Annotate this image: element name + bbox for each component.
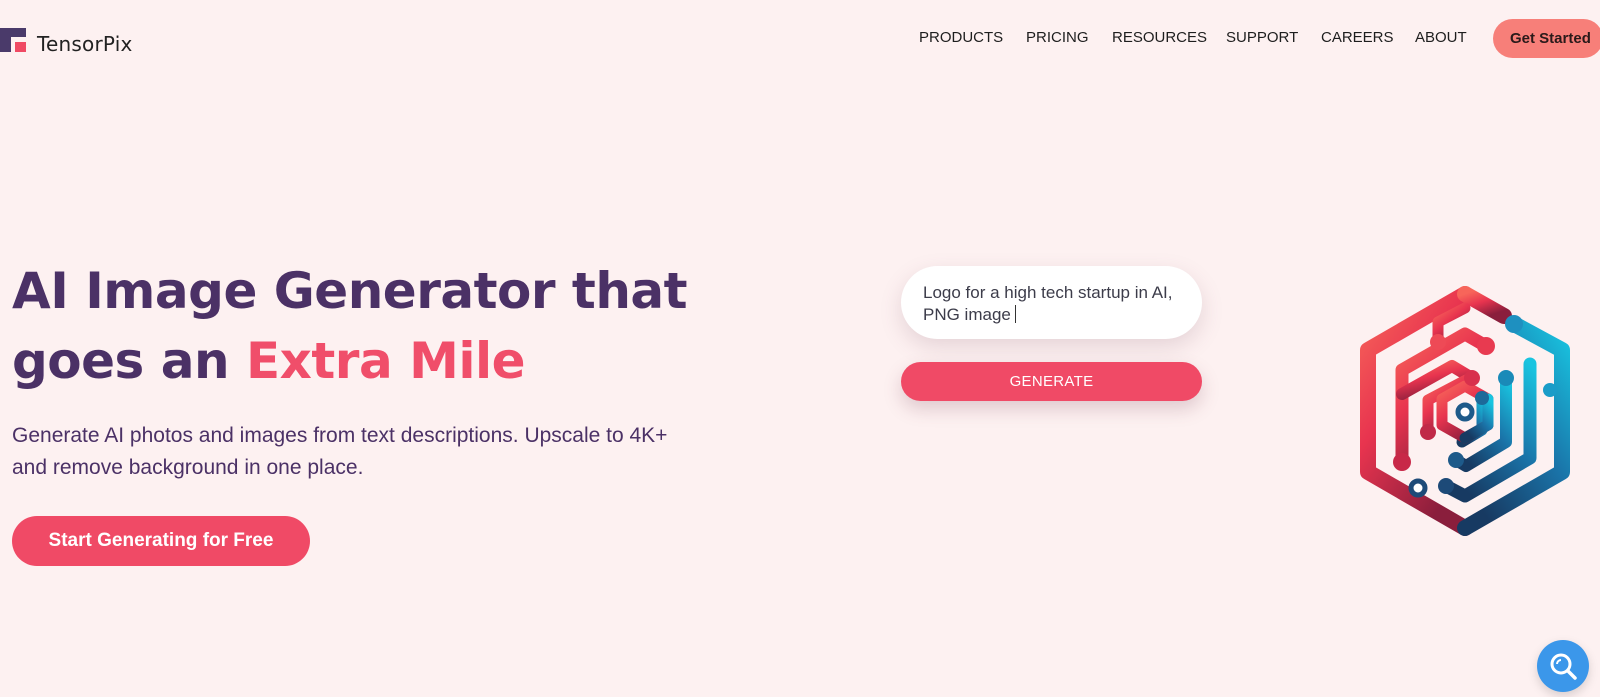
nav-about[interactable]: ABOUT	[1415, 29, 1467, 46]
nav-careers[interactable]: CAREERS	[1321, 29, 1394, 46]
hero-subtext: Generate AI photos and images from text …	[12, 424, 668, 479]
floating-search-button[interactable]	[1537, 640, 1589, 692]
prompt-text: Logo for a high tech startup in AI, PNG …	[923, 283, 1173, 324]
headline-line-2: goes an	[12, 332, 230, 390]
text-caret	[1014, 305, 1016, 323]
hexagon-circuit-logo-icon	[1360, 286, 1570, 536]
headline-accent: Extra Mile	[245, 332, 526, 390]
start-generating-button[interactable]: Start Generating for Free	[12, 516, 310, 566]
hero-headline: AI Image Generator that goes an Extra Mi…	[12, 256, 712, 396]
generate-button[interactable]: GENERATE	[901, 362, 1202, 401]
get-started-button[interactable]: Get Started	[1493, 19, 1600, 58]
nav-pricing[interactable]: PRICING	[1026, 29, 1089, 46]
nav-products[interactable]: PRODUCTS	[919, 29, 1003, 46]
main-nav: PRODUCTS PRICING RESOURCES SUPPORT CAREE…	[0, 0, 1600, 78]
site-header: TensorPix PRODUCTS PRICING RESOURCES SUP…	[0, 0, 1600, 78]
prompt-input[interactable]: Logo for a high tech startup in AI, PNG …	[901, 266, 1202, 339]
search-icon	[1550, 653, 1577, 680]
nav-support[interactable]: SUPPORT	[1226, 29, 1298, 46]
nav-resources[interactable]: RESOURCES	[1112, 29, 1207, 46]
headline-line-1: AI Image Generator that	[12, 262, 688, 320]
